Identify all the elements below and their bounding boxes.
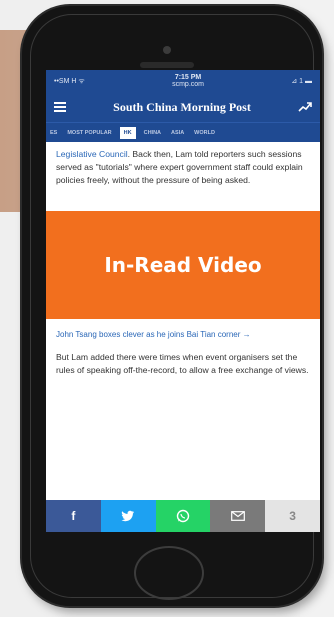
home-button[interactable] (134, 546, 204, 600)
battery-indicator: ⊿ 1 ▬ (291, 78, 312, 85)
tab-world[interactable]: WORLD (192, 130, 217, 136)
earpiece-speaker (140, 62, 194, 68)
related-article-link[interactable]: John Tsang boxes clever as he joins Bai … (46, 319, 320, 341)
tab-asia[interactable]: ASIA (169, 130, 186, 136)
masthead-title[interactable]: South China Morning Post (66, 100, 298, 115)
share-bar: f 3 (46, 500, 320, 532)
tab-hk[interactable]: HK (119, 126, 136, 139)
status-center: 7:15 PM scmp.com (172, 74, 204, 88)
share-count: 3 (289, 509, 296, 523)
email-share-button[interactable] (210, 500, 266, 532)
trending-icon[interactable] (298, 101, 312, 113)
whatsapp-share-button[interactable] (155, 500, 211, 532)
tab-china[interactable]: CHINA (142, 130, 163, 136)
email-icon (230, 511, 245, 521)
carrier-signal: ••SM H ᯤ (54, 77, 85, 85)
facebook-share-button[interactable]: f (46, 500, 101, 532)
legco-link[interactable]: Legislative Council (56, 149, 128, 159)
status-bar: ••SM H ᯤ 7:15 PM scmp.com ⊿ 1 ▬ (46, 70, 320, 92)
section-nav: ES MOST POPULAR HK CHINA ASIA WORLD (46, 122, 320, 142)
status-url: scmp.com (172, 81, 204, 88)
in-read-video[interactable]: In-Read Video (46, 211, 320, 319)
twitter-share-button[interactable] (100, 500, 156, 532)
whatsapp-icon (176, 509, 190, 523)
article-paragraph-1: Legislative Council. Back then, Lam told… (46, 142, 320, 187)
hamburger-menu-icon[interactable] (54, 102, 66, 112)
phone-screen: ••SM H ᯤ 7:15 PM scmp.com ⊿ 1 ▬ South Ch… (46, 70, 320, 532)
article-paragraph-2: But Lam added there were times when even… (56, 352, 309, 375)
facebook-icon: f (71, 509, 76, 523)
front-camera-icon (163, 46, 171, 54)
status-time: 7:15 PM (174, 74, 202, 81)
twitter-icon (121, 510, 135, 522)
tab-most-popular[interactable]: MOST POPULAR (65, 130, 113, 136)
tab-es[interactable]: ES (48, 130, 59, 136)
more-share-button[interactable]: 3 (265, 500, 320, 532)
app-header: South China Morning Post (46, 92, 320, 122)
video-label: In-Read Video (104, 253, 262, 277)
